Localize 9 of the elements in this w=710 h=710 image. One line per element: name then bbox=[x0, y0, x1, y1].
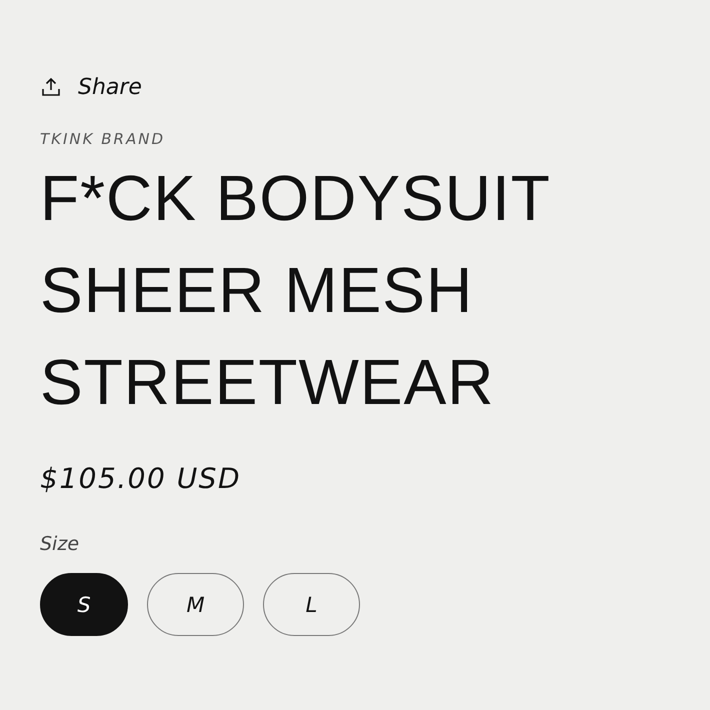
size-option[interactable]: L bbox=[263, 573, 360, 636]
size-option[interactable]: S bbox=[40, 573, 128, 636]
brand-name: TKINK BRAND bbox=[40, 130, 166, 148]
price: $105.00 USD bbox=[40, 462, 242, 495]
product-title: F*CK BODYSUIT SHEER MESH STREETWEAR bbox=[40, 161, 552, 420]
size-label: Size bbox=[40, 533, 80, 555]
share-button[interactable]: Share bbox=[40, 70, 142, 104]
share-icon bbox=[40, 76, 62, 98]
size-option[interactable]: M bbox=[147, 573, 244, 636]
